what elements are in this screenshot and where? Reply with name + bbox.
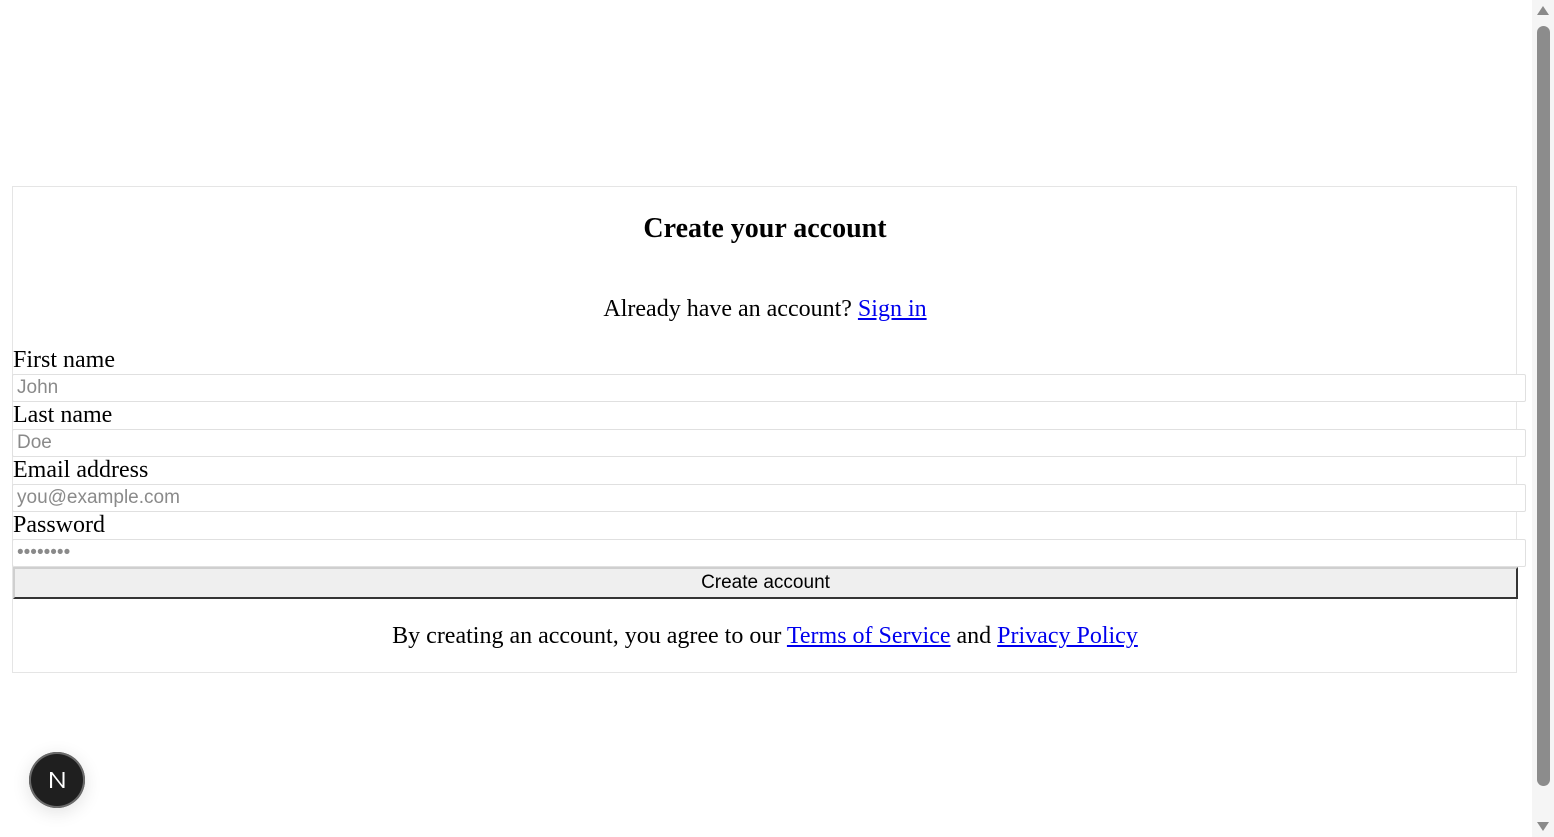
- signin-link[interactable]: Sign in: [858, 296, 927, 322]
- email-input[interactable]: [12, 484, 1526, 512]
- page: Create your account Already have an acco…: [0, 0, 1554, 837]
- password-label: Password: [13, 512, 106, 538]
- password-input[interactable]: [12, 539, 1526, 567]
- terms-prefix-text: By creating an account, you agree to our: [392, 623, 782, 649]
- nextjs-n-icon: [50, 772, 65, 788]
- nextjs-dev-badge[interactable]: [29, 752, 85, 808]
- first-name-label: First name: [13, 347, 115, 373]
- terms-and-text: and: [956, 623, 992, 649]
- email-label: Email address: [13, 457, 149, 483]
- first-name-input[interactable]: [12, 374, 1526, 402]
- terms-of-service-link[interactable]: Terms of Service: [787, 623, 951, 649]
- privacy-policy-link[interactable]: Privacy Policy: [997, 623, 1138, 649]
- create-account-button[interactable]: Create account: [13, 567, 1518, 599]
- signin-prompt-text: Already have an account?: [603, 296, 852, 322]
- last-name-label: Last name: [13, 402, 113, 428]
- page-title: Create your account: [643, 213, 887, 244]
- vertical-scrollbar[interactable]: [1532, 0, 1554, 837]
- scroll-down-arrow-icon[interactable]: [1537, 822, 1549, 831]
- scrollbar-thumb[interactable]: [1537, 26, 1550, 786]
- scroll-up-arrow-icon[interactable]: [1537, 6, 1549, 15]
- last-name-input[interactable]: [12, 429, 1526, 457]
- signin-prompt: Already have an account? Sign in: [0, 295, 1530, 323]
- terms-notice: By creating an account, you agree to our…: [0, 622, 1530, 650]
